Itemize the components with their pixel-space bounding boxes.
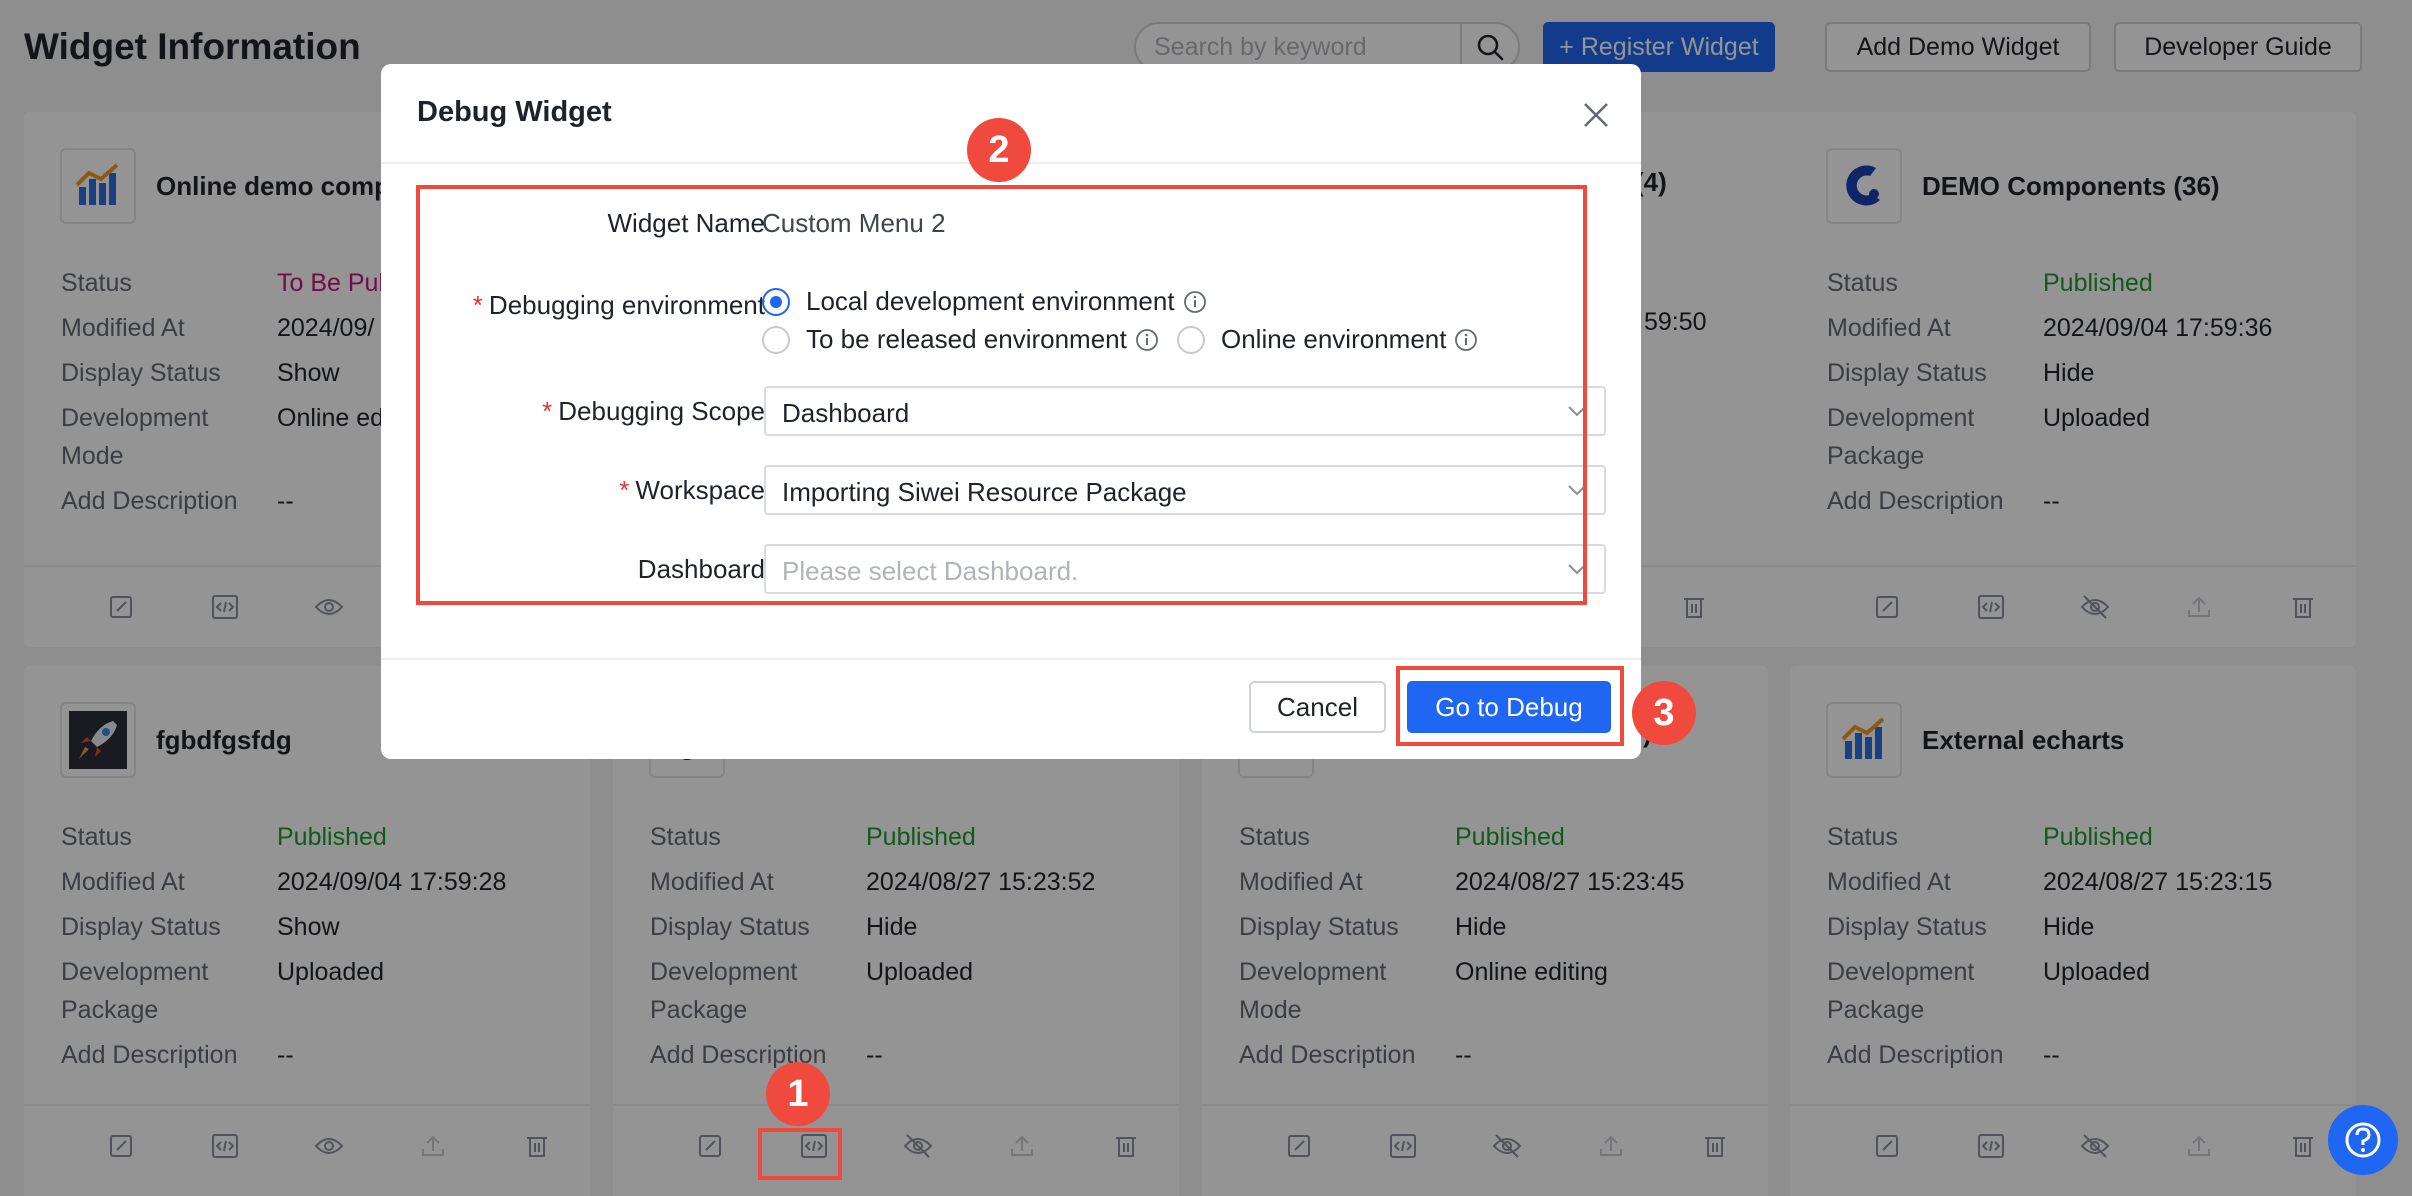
step-badge-1: 1 — [766, 1062, 830, 1126]
question-icon — [2345, 1122, 2381, 1158]
close-button[interactable] — [1579, 98, 1613, 132]
highlight-box-form — [416, 185, 1587, 605]
highlight-box-go-button — [1396, 666, 1624, 746]
debug-widget-dialog: Debug Widget Widget Name Custom Menu 2 *… — [381, 64, 1641, 759]
dialog-title: Debug Widget — [417, 96, 612, 128]
help-button[interactable] — [2328, 1105, 2398, 1175]
close-icon — [1584, 103, 1608, 127]
highlight-box-debug-icon — [758, 1128, 842, 1180]
cancel-button[interactable]: Cancel — [1249, 681, 1386, 733]
step-badge-3: 3 — [1632, 681, 1696, 745]
divider — [381, 658, 1641, 660]
step-badge-2: 2 — [967, 118, 1031, 182]
